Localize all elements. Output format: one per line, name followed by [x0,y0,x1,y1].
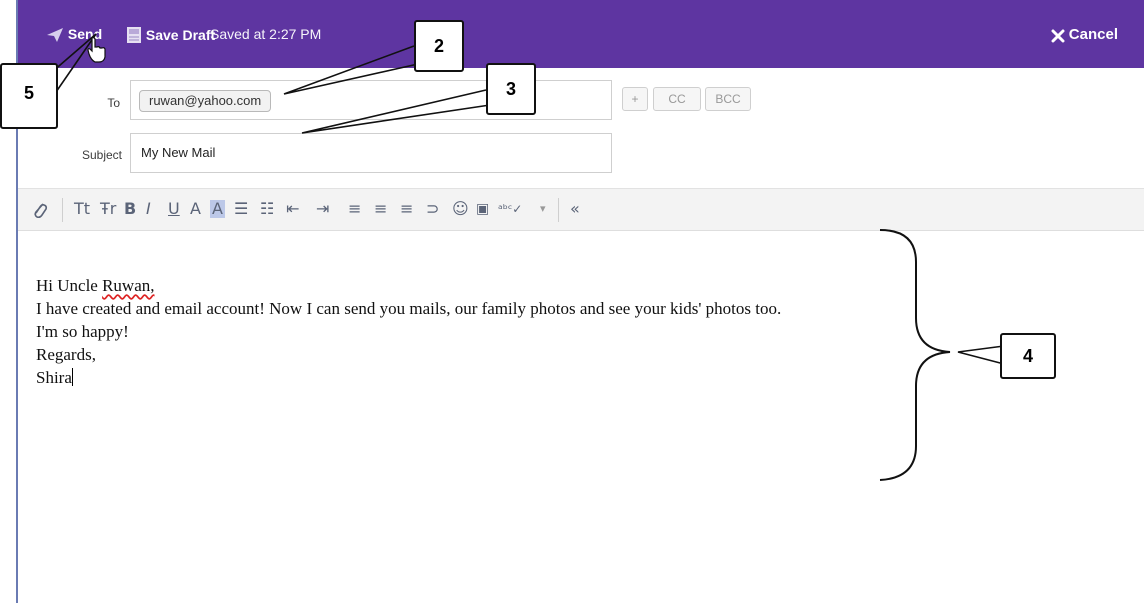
callout-5-pointer [51,33,97,93]
callout-4-pointer [957,345,1005,365]
callout-4: 4 [1000,333,1056,379]
callout-3-pointer [301,89,491,134]
annotation-overlay [51,33,1005,481]
callout-2: 2 [414,20,464,72]
callout-3: 3 [486,63,536,115]
callout-2-pointer [283,45,419,95]
body-brace [879,229,951,481]
callout-5: 5 [0,63,58,129]
